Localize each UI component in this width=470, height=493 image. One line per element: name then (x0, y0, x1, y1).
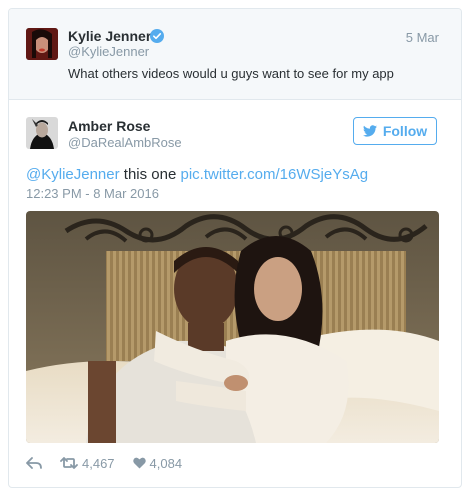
tweet-text: @KylieJenner this one pic.twitter.com/16… (26, 166, 368, 183)
amber-handle[interactable]: @DaRealAmbRose (68, 135, 182, 150)
retweet-button[interactable]: 4,467 (60, 456, 115, 471)
pic-link[interactable]: pic.twitter.com/16WSjeYsAg (180, 166, 368, 183)
amber-name[interactable]: Amber Rose (68, 118, 150, 134)
tweet-timestamp[interactable]: 12:23 PM - 8 Mar 2016 (26, 186, 159, 201)
kylie-avatar[interactable] (26, 28, 58, 60)
embedded-tweet-card: Kylie Jenner @KylieJenner 5 Mar What oth… (8, 8, 462, 488)
tweet-actions: 4,467 4,084 (26, 453, 200, 473)
reply-icon (26, 457, 42, 469)
amber-avatar[interactable] (26, 117, 58, 149)
context-tweet[interactable]: Kylie Jenner @KylieJenner 5 Mar What oth… (9, 9, 461, 100)
context-tweet-date[interactable]: 5 Mar (406, 30, 439, 45)
retweet-count: 4,467 (82, 455, 115, 471)
kylie-name[interactable]: Kylie Jenner (68, 28, 151, 44)
reply-button[interactable] (26, 457, 42, 469)
twitter-bird-icon (362, 125, 377, 137)
tweet-photo[interactable] (26, 211, 439, 443)
verified-badge-icon (150, 29, 164, 43)
kylie-handle[interactable]: @KylieJenner (68, 44, 149, 59)
like-button[interactable]: 4,084 (132, 455, 183, 471)
mention-link[interactable]: @KylieJenner (26, 166, 120, 183)
heart-icon (132, 457, 146, 469)
context-tweet-text: What others videos would u guys want to … (68, 66, 394, 81)
like-count: 4,084 (149, 455, 183, 471)
tweet-photo-image (26, 211, 439, 443)
tweet-text-middle: this one (119, 166, 181, 183)
follow-button[interactable]: Follow (353, 117, 437, 145)
retweet-icon (60, 457, 78, 469)
follow-label: Follow (382, 123, 428, 139)
